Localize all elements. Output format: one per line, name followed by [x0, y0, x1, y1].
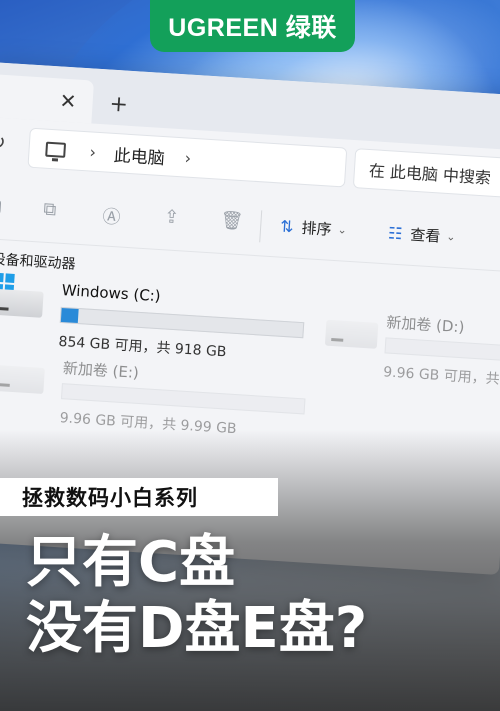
headline-line-1: 只有C盘 — [26, 530, 236, 595]
drive-icon — [324, 319, 379, 349]
copy-icon[interactable]: ⧉ — [38, 198, 61, 223]
sort-button[interactable]: ⇅ 排序 ⌄ — [280, 216, 348, 241]
chevron-right-icon[interactable]: › — [184, 148, 192, 167]
drive-icon — [0, 288, 44, 318]
chevron-right-icon[interactable]: › — [89, 142, 97, 161]
chevron-down-icon: ⌄ — [445, 230, 456, 244]
cut-icon[interactable]: ▢ — [0, 195, 6, 220]
chevron-down-icon: ⌄ — [337, 223, 348, 237]
headline: 只有C盘 没有D盘E盘? — [26, 530, 367, 662]
drive-usage-bar — [384, 337, 500, 363]
drive-name: Windows (C:) — [61, 280, 162, 306]
drive-size-text: 854 GB 可用，共 918 GB — [58, 333, 227, 361]
drive-usage-fill — [62, 384, 63, 399]
address-bar[interactable]: › 此电脑 › — [27, 127, 348, 188]
view-button[interactable]: ☷ 查看 ⌄ — [387, 222, 456, 247]
section-title-devices: 设备和驱动器 — [0, 251, 76, 273]
new-tab-icon[interactable]: + — [109, 92, 129, 118]
sort-label: 排序 — [301, 218, 333, 239]
drive-name: 新加卷 (D:) — [385, 313, 465, 337]
search-input[interactable]: 在 此电脑 中搜索 — [352, 148, 500, 199]
headline-line-2: 没有D盘E盘? — [26, 596, 368, 661]
drive-icon — [0, 364, 45, 394]
drive-usage-fill — [60, 307, 79, 324]
series-label: 拯救数码小白系列 — [0, 478, 278, 516]
delete-icon[interactable]: 🗑 — [220, 210, 244, 235]
refresh-icon[interactable]: ↻ — [0, 129, 7, 154]
breadcrumb-this-pc[interactable]: 此电脑 — [113, 140, 165, 168]
drive-name: 新加卷 (E:) — [62, 359, 140, 382]
share-icon[interactable]: ⇪ — [160, 206, 183, 231]
drive-size-text: 9.96 GB 可用，共 9.99 GB — [382, 364, 500, 391]
rename-icon[interactable]: Ⓐ — [100, 202, 123, 228]
drive-usage-fill — [385, 338, 387, 353]
sort-icon: ⇅ — [279, 216, 295, 237]
tab-this-pc[interactable] — [0, 73, 95, 124]
toolbar-divider — [259, 210, 263, 243]
computer-icon — [45, 141, 67, 158]
view-icon: ☷ — [387, 223, 403, 244]
view-label: 查看 — [409, 225, 441, 246]
brand-logo: UGREEN 绿联 — [150, 0, 355, 52]
close-tab-icon[interactable]: ✕ — [59, 88, 77, 113]
